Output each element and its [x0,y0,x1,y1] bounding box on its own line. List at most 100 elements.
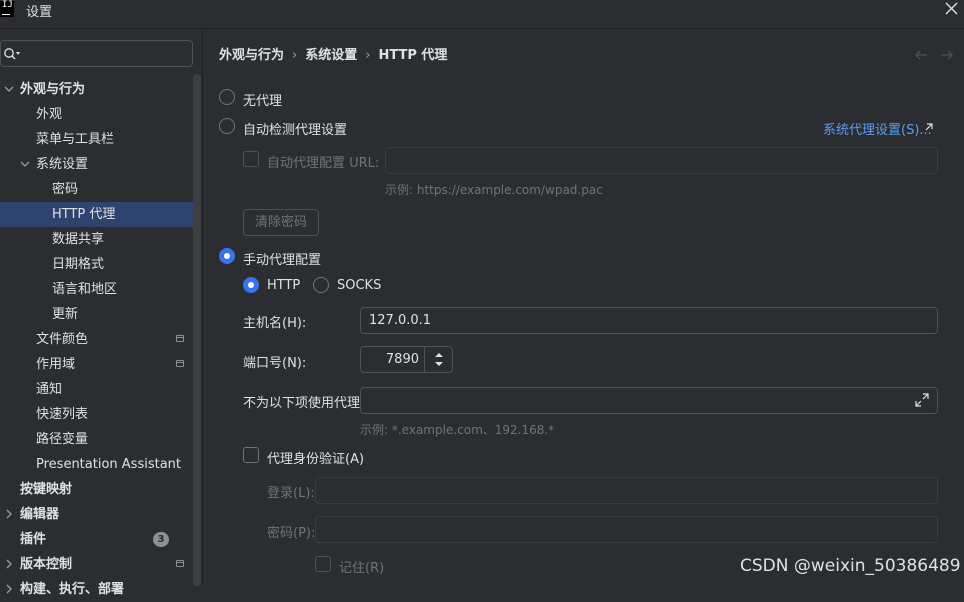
forward-arrow-icon[interactable] [939,47,955,63]
watermark-text: CSDN @weixin_50386489 [740,556,961,576]
chevron-right-icon[interactable] [3,577,15,602]
sidebar-item[interactable]: 更新 [0,302,200,327]
sidebar-item[interactable]: 文件颜色 [0,327,200,352]
sidebar-item-label: 外观与行为 [20,82,86,97]
breadcrumb-separator: › [365,48,371,63]
http-radio[interactable] [243,277,259,293]
sidebar-item[interactable]: 插件 3 [0,527,200,552]
port-label: 端口号(N): [243,356,307,371]
window-title: 设置 [26,5,53,20]
back-arrow-icon[interactable] [913,47,929,63]
auto-config-url-input[interactable] [385,147,938,174]
sidebar-item[interactable]: 系统设置 [0,152,200,177]
sidebar-item[interactable]: 外观 [0,102,200,127]
sidebar-item[interactable]: 菜单与工具栏 [0,127,200,152]
system-proxy-settings-link[interactable]: 系统代理设置(S)... [823,119,932,138]
sidebar-item[interactable]: 快速列表 [0,402,200,427]
manual-proxy-label: 手动代理配置 [243,253,322,268]
close-icon[interactable] [942,0,960,18]
breadcrumb: 外观与行为 › 系统设置 › HTTP 代理 [219,44,447,63]
sidebar-item[interactable]: 通知 [0,377,200,402]
external-link-icon [925,123,933,131]
sidebar-item-label: 版本控制 [20,557,73,572]
chevron-right-icon[interactable] [3,502,15,527]
search-input[interactable] [0,40,193,67]
chevron-down-icon[interactable] [3,77,15,102]
clear-password-button[interactable]: 清除密码 [243,209,319,236]
no-proxy-label: 无代理 [243,94,283,109]
sidebar-item-label: HTTP 代理 [52,207,116,222]
sidebar-item[interactable]: Presentation Assistant [0,452,200,477]
sidebar-item[interactable]: 路径变量 [0,427,200,452]
sidebar-item-label: 通知 [36,382,63,397]
auto-config-url-label: 自动代理配置 URL: [267,156,380,171]
host-input[interactable]: 127.0.0.1 [360,307,938,334]
sidebar-scrollbar[interactable] [193,74,201,586]
app-logo-icon: IJ [0,1,14,17]
manual-proxy-radio[interactable] [219,248,235,264]
breadcrumb-item: HTTP 代理 [378,48,448,63]
breadcrumb-separator: › [292,48,298,63]
sidebar-item-label: 构建、执行、部署 [20,582,125,597]
update-count-badge: 3 [153,532,169,547]
sidebar-item-label: 日期格式 [52,257,105,272]
sidebar-item[interactable]: 编辑器 [0,502,200,527]
remember-checkbox[interactable] [315,556,331,572]
expand-icon[interactable] [914,392,930,408]
sidebar-item-label: 语言和地区 [52,282,118,297]
project-scope-icon [176,335,184,342]
sidebar-item[interactable]: 作用域 [0,352,200,377]
sidebar-item[interactable]: 数据共享 [0,227,200,252]
sidebar-item-label: 数据共享 [52,232,105,247]
project-scope-icon [176,560,184,567]
sidebar-item[interactable]: 语言和地区 [0,277,200,302]
http-label: HTTP [267,278,301,293]
remember-label: 记住(R) [339,561,385,576]
sidebar-item-label: 编辑器 [20,507,60,522]
proxy-auth-checkbox[interactable] [243,447,259,463]
socks-label: SOCKS [337,278,382,293]
auto-detect-radio[interactable] [219,118,235,134]
sidebar-item-label: 路径变量 [36,432,89,447]
login-label: 登录(L): [267,486,315,501]
auto-detect-label: 自动检测代理设置 [243,123,348,138]
sidebar-item-label: 插件 [20,532,47,547]
sidebar-item-label: 外观 [36,107,63,122]
sidebar-item[interactable]: 日期格式 [0,252,200,277]
sidebar-item-label: 系统设置 [36,157,89,172]
password-label: 密码(P): [267,526,316,541]
sidebar-item-label: 按键映射 [20,482,73,497]
socks-radio[interactable] [313,277,329,293]
sidebar-item-label: 更新 [52,307,79,322]
sidebar-item[interactable]: 版本控制 [0,552,200,577]
no-proxy-for-input[interactable] [360,387,938,414]
sidebar-item-label: Presentation Assistant [36,457,181,472]
no-proxy-for-hint: 示例: *.example.com、192.168.* [360,423,555,437]
login-input[interactable] [315,477,938,504]
sidebar-item-label: 菜单与工具栏 [36,132,115,147]
sidebar-item[interactable]: 按键映射 [0,477,200,502]
search-icon[interactable] [3,47,21,61]
breadcrumb-item[interactable]: 系统设置 [305,48,357,63]
project-scope-icon [176,360,184,367]
chevron-down-icon[interactable] [19,152,31,177]
sidebar-item-label: 作用域 [36,357,76,372]
no-proxy-radio[interactable] [219,89,235,105]
sidebar-item[interactable]: 密码 [0,177,200,202]
host-label: 主机名(H): [243,316,307,331]
no-proxy-for-label: 不为以下项使用代理: [243,396,365,411]
auto-config-url-checkbox[interactable] [243,151,259,167]
chevron-right-icon[interactable] [3,552,15,577]
sidebar-item[interactable]: HTTP 代理 [0,202,200,227]
proxy-auth-label: 代理身份验证(A) [267,452,365,467]
breadcrumb-item[interactable]: 外观与行为 [219,48,284,63]
auto-config-hint: 示例: https://example.com/wpad.pac [385,183,603,197]
sidebar-item-label: 密码 [52,182,79,197]
sidebar-item[interactable]: 构建、执行、部署 [0,577,200,602]
password-input[interactable] [315,516,938,543]
sidebar-item[interactable]: 外观与行为 [0,77,200,102]
port-stepper-icon[interactable] [424,347,453,372]
title-bar [0,0,964,29]
sidebar-item-label: 快速列表 [36,407,89,422]
sidebar-item-label: 文件颜色 [36,332,89,347]
